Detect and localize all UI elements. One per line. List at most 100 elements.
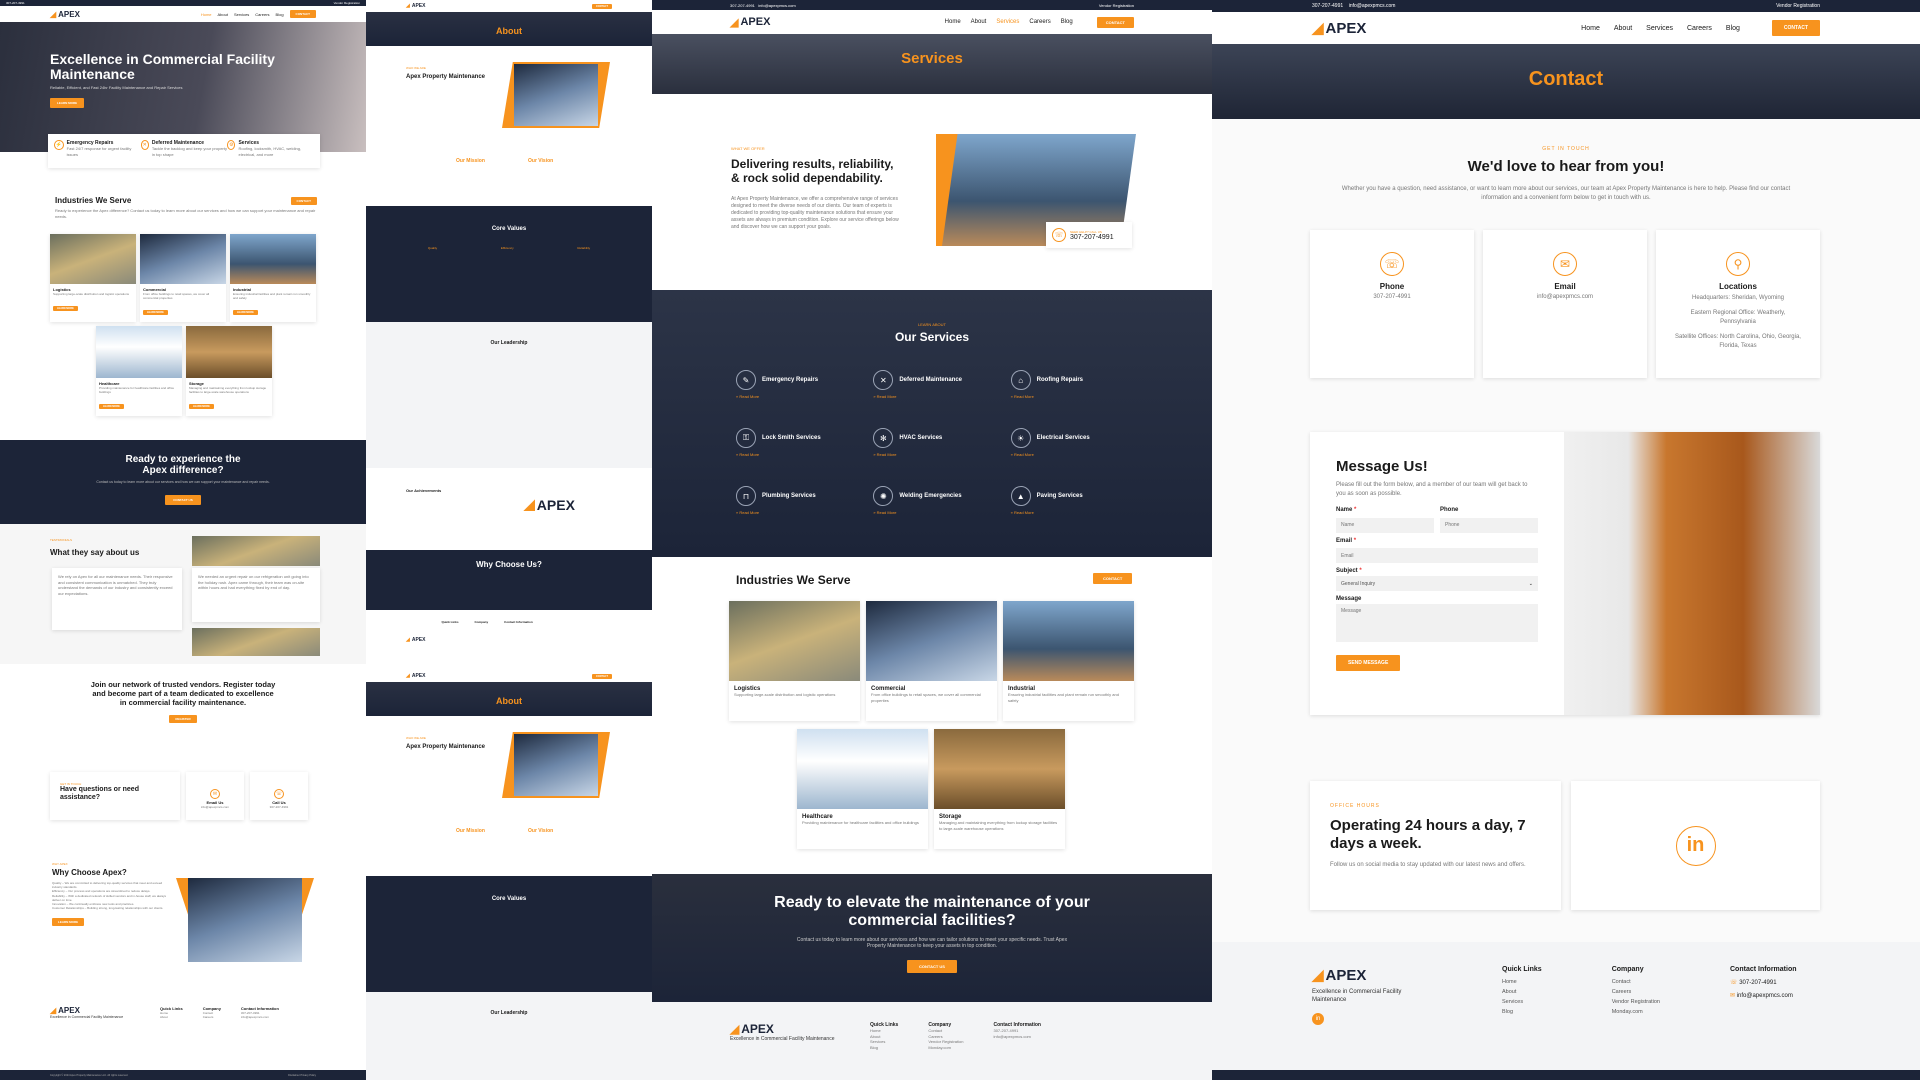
cta-button[interactable]: CONTACT US: [165, 495, 201, 505]
service-item[interactable]: ⊓ Plumbing Services» Read More: [726, 476, 863, 534]
nav-home[interactable]: Home: [945, 19, 961, 25]
send-message-button[interactable]: SEND MESSAGE: [1336, 655, 1401, 671]
call-us-card[interactable]: ☏ Call Us 307-207-4991: [250, 772, 308, 820]
topbar-email[interactable]: info@apexpmcs.com: [1349, 3, 1396, 9]
topbar-phone[interactable]: 307-207-4991: [1312, 3, 1343, 9]
linkedin-icon[interactable]: in: [1675, 825, 1716, 866]
email-card[interactable]: ✉ Email info@apexpmcs.com: [1483, 230, 1647, 378]
learn-more-button[interactable]: LEARN MORE: [99, 404, 124, 410]
industry-card[interactable]: Healthcare Providing maintenance for heal…: [96, 326, 182, 416]
read-more-link[interactable]: » Read More: [873, 452, 990, 457]
industry-card[interactable]: Healthcare Providing maintenance for heal…: [797, 729, 928, 849]
learn-more-button[interactable]: LEARN MORE: [189, 404, 214, 410]
industry-card[interactable]: Industrial Ensuring industrial facilities…: [230, 234, 316, 322]
footer-link[interactable]: Blog: [1502, 1009, 1542, 1015]
industry-card[interactable]: Storage Managing and maintaining everythi…: [186, 326, 272, 416]
topbar-vendor[interactable]: Vendor Registration: [334, 1, 360, 5]
about-photo: [514, 64, 598, 126]
nav-careers[interactable]: Careers: [1687, 25, 1712, 32]
why-button[interactable]: LEARN MORE: [52, 918, 85, 927]
read-more-link[interactable]: » Read More: [736, 394, 853, 399]
subject-select[interactable]: General Inquiry ⌄: [1336, 576, 1538, 591]
learn-more-button[interactable]: LEARN MORE: [233, 310, 258, 316]
footer-link[interactable]: Careers: [1612, 989, 1660, 995]
read-more-link[interactable]: » Read More: [1011, 452, 1128, 457]
learn-more-button[interactable]: LEARN MORE: [53, 306, 78, 312]
why-photo: [188, 878, 302, 962]
topbar-phone[interactable]: 307-207-4991: [6, 1, 25, 5]
service-item[interactable]: ⌂ Roofing Repairs» Read More: [1001, 360, 1138, 418]
read-more-link[interactable]: » Read More: [736, 510, 853, 515]
email-field[interactable]: [1336, 548, 1538, 563]
nav-home[interactable]: Home: [1581, 25, 1600, 32]
read-more-link[interactable]: » Read More: [873, 394, 990, 399]
linkedin-icon[interactable]: in: [1312, 1012, 1324, 1025]
industry-card[interactable]: Storage Managing and maintaining everythi…: [934, 729, 1065, 849]
services-cta-button[interactable]: CONTACT US: [907, 959, 957, 973]
message-field[interactable]: [1336, 604, 1538, 642]
vendor-link[interactable]: Vendor Registration: [1776, 3, 1820, 9]
nav-blog[interactable]: Blog: [1061, 19, 1073, 25]
logo[interactable]: ◢ APEX: [730, 16, 770, 29]
nav-contact-button[interactable]: CONTACT: [591, 673, 612, 679]
logo[interactable]: ◢ APEX: [1312, 19, 1366, 38]
about-intro-2: WHO WE ARE Apex Property Maintenance Our…: [366, 716, 652, 876]
cta-title: Ready to experience the Apex difference?: [125, 454, 241, 476]
footer-link[interactable]: About: [1502, 989, 1542, 995]
our-services: LEARN ABOUT Our Services ✎ Emergency Repa…: [652, 290, 1212, 557]
logo[interactable]: ◢ APEX: [50, 10, 80, 19]
service-item[interactable]: ✎ Emergency Repairs» Read More: [726, 360, 863, 418]
industry-card[interactable]: Commercial From office buildings to retai…: [866, 601, 997, 721]
nav-contact-button[interactable]: CONTACT: [591, 3, 612, 9]
contact-page-column: 307-207-4991 info@apexpmcs.com Vendor Re…: [1212, 0, 1920, 1080]
nav-about[interactable]: About: [971, 19, 987, 25]
phone-icon: ☏: [274, 789, 284, 799]
service-item[interactable]: ☀ Electrical Services» Read More: [1001, 418, 1138, 476]
nav-services[interactable]: Services: [234, 12, 249, 17]
nav-about[interactable]: About: [218, 12, 228, 17]
nav-services[interactable]: Services: [1646, 25, 1673, 32]
read-more-link[interactable]: » Read More: [1011, 510, 1128, 515]
read-more-link[interactable]: » Read More: [1011, 394, 1128, 399]
nav-contact-button[interactable]: CONTACT: [289, 10, 316, 18]
industry-card[interactable]: Logistics Supporting large-scale distribu…: [729, 601, 860, 721]
hero-button[interactable]: LEARN MORE: [50, 98, 85, 109]
footer-link[interactable]: Monday.com: [1612, 1009, 1660, 1015]
vendor-button[interactable]: REGISTER: [169, 715, 197, 723]
nav-blog[interactable]: Blog: [276, 12, 284, 17]
email-us-card[interactable]: ✉ Email Us info@apexpmcs.com: [186, 772, 244, 820]
services-heading: Delivering results, reliability, & rock …: [731, 157, 894, 185]
service-item[interactable]: ✕ Deferred Maintenance» Read More: [863, 360, 1000, 418]
industry-card[interactable]: Commercial From office buildings to retai…: [140, 234, 226, 322]
industry-card[interactable]: Industrial Ensuring industrial facilities…: [1003, 601, 1134, 721]
call-card[interactable]: ☏ NEED HELP? CALL US 307-207-4991: [1046, 222, 1132, 248]
read-more-link[interactable]: » Read More: [873, 510, 990, 515]
footer-link[interactable]: Home: [1502, 979, 1542, 985]
nav-contact-button[interactable]: CONTACT: [1096, 16, 1134, 28]
nav-blog[interactable]: Blog: [1726, 25, 1740, 32]
name-field[interactable]: [1336, 517, 1434, 533]
phone-field[interactable]: [1440, 517, 1538, 533]
service-item[interactable]: ⚿ Lock Smith Services» Read More: [726, 418, 863, 476]
footer-link[interactable]: Contact: [1612, 979, 1660, 985]
learn-more-button[interactable]: LEARN MORE: [143, 310, 168, 316]
nav-about[interactable]: About: [1614, 25, 1632, 32]
phone-card[interactable]: ☏ Phone 307-207-4991: [1310, 230, 1474, 378]
read-more-link[interactable]: » Read More: [736, 452, 853, 457]
footer-link[interactable]: Vendor Registration: [1612, 999, 1660, 1005]
vendor-link[interactable]: Vendor Registration: [1099, 3, 1134, 8]
nav-careers[interactable]: Careers: [1029, 19, 1050, 25]
footer-link[interactable]: Services: [1502, 999, 1542, 1005]
service-item[interactable]: ▲ Paving Services» Read More: [1001, 476, 1138, 534]
nav-services[interactable]: Services: [996, 19, 1019, 25]
nav-home[interactable]: Home: [201, 12, 212, 17]
about-intro: WHO WE ARE Apex Property Maintenance Our…: [366, 46, 652, 206]
nav-contact-button[interactable]: CONTACT: [1771, 20, 1820, 36]
service-item[interactable]: ✻ HVAC Services» Read More: [863, 418, 1000, 476]
brush-icon: ✎: [736, 370, 756, 390]
service-item[interactable]: ✺ Welding Emergencies» Read More: [863, 476, 1000, 534]
services-industries-button[interactable]: CONTACT: [1093, 573, 1133, 584]
industry-card[interactable]: Logistics Supporting large-scale distribu…: [50, 234, 136, 322]
industries-contact-button[interactable]: CONTACT: [290, 196, 317, 205]
nav-careers[interactable]: Careers: [255, 12, 269, 17]
